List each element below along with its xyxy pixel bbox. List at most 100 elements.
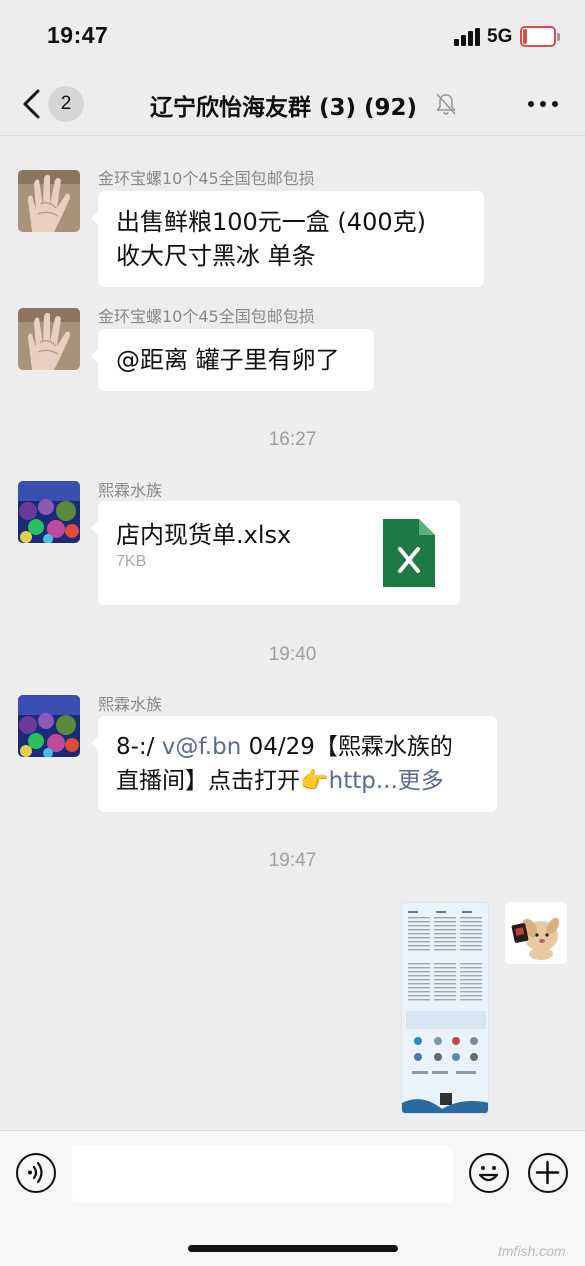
status-bar: 19:47 5G 14: [0, 0, 585, 72]
list-row-line: [434, 925, 456, 927]
message-bubble[interactable]: 8-:/ v@f.bn 04/29【熙霖水族的 直播间】点击打开👉http...…: [91, 716, 497, 812]
avatar-hand[interactable]: [18, 170, 80, 232]
list-row-line: [408, 963, 430, 965]
list-row-line: [434, 995, 456, 997]
list-row-line: [434, 967, 456, 969]
cellular-signal-icon: [454, 28, 480, 46]
timestamp: 19:47: [268, 850, 317, 871]
message-bubble[interactable]: 出售鲜粮100元一盒 (400克) 收大尺寸黑冰 单条: [91, 191, 484, 287]
list-row-line: [460, 991, 482, 993]
emoji-icon[interactable]: [469, 1153, 509, 1193]
home-indicator[interactable]: [188, 1245, 398, 1252]
price-list-image: [402, 903, 488, 1113]
list-row-line: [408, 975, 430, 977]
list-row-line: [460, 983, 482, 985]
list-row-line: [434, 945, 456, 947]
list-row-line: [408, 929, 430, 931]
message-text-line: 收大尺寸黑冰 单条: [116, 242, 316, 270]
file-size: 7KB: [116, 553, 147, 570]
list-row-line: [408, 983, 430, 985]
list-row-line: [408, 941, 430, 943]
image-message[interactable]: [401, 902, 489, 1114]
list-row-line: [434, 979, 456, 981]
list-row-line: [408, 933, 430, 935]
list-row-line: [460, 921, 482, 923]
message-text-line: 8-:/ v@f.bn 04/29【熙霖水族的: [116, 730, 479, 764]
file-name: 店内现货单.xlsx: [116, 521, 292, 549]
avatar-hand[interactable]: [18, 308, 80, 370]
message-text: 8-:/: [116, 734, 162, 760]
list-row-line: [460, 999, 482, 1001]
excel-file-icon: [383, 519, 435, 587]
list-row-line: [408, 971, 430, 973]
list-row-line: [434, 949, 456, 951]
my-avatar[interactable]: [505, 902, 567, 964]
chevron-left-icon[interactable]: [20, 88, 44, 120]
list-row-line: [408, 999, 430, 1001]
list-row-line: [460, 971, 482, 973]
list-row-line: [434, 971, 456, 973]
list-row-line: [408, 979, 430, 981]
list-row-line: [460, 949, 482, 951]
list-row-line: [460, 937, 482, 939]
list-row-line: [460, 933, 482, 935]
list-row-line: [460, 929, 482, 931]
list-row-line: [434, 983, 456, 985]
message-input[interactable]: [72, 1145, 453, 1203]
list-row-line: [460, 963, 482, 965]
list-row-line: [408, 949, 430, 951]
list-row-line: [434, 987, 456, 989]
message-link[interactable]: v@f.bn: [162, 734, 242, 760]
list-row-line: [460, 995, 482, 997]
list-row-line: [434, 917, 456, 919]
list-row-line: [434, 941, 456, 943]
list-row-line: [408, 921, 430, 923]
network-type: 5G: [487, 26, 513, 47]
list-row-line: [460, 917, 482, 919]
sender-name: 金环宝螺10个45全国包邮包损: [98, 169, 315, 188]
list-row-line: [408, 945, 430, 947]
message-text-line: 直播间】点击打开👉http...更多: [116, 764, 479, 798]
more-link[interactable]: 更多: [398, 768, 444, 794]
list-row-line: [408, 937, 430, 939]
unread-count-badge[interactable]: 2: [48, 86, 84, 122]
message-text-line: @距离 罐子里有卵了: [116, 346, 340, 374]
list-row-line: [408, 967, 430, 969]
list-row-line: [408, 991, 430, 993]
plus-icon[interactable]: [528, 1153, 568, 1193]
list-row-line: [434, 975, 456, 977]
avatar-aquarium[interactable]: [18, 695, 80, 757]
timestamp: 16:27: [268, 429, 317, 450]
voice-icon[interactable]: [16, 1153, 56, 1193]
list-row-line: [434, 991, 456, 993]
bell-slash-icon: [436, 93, 456, 115]
message-link[interactable]: http...: [329, 768, 398, 794]
list-row-line: [460, 945, 482, 947]
message-bubble[interactable]: @距离 罐子里有卵了: [91, 329, 374, 391]
sender-name: 熙霖水族: [98, 481, 163, 500]
list-row-line: [434, 963, 456, 965]
chat-title: 辽宁欣怡海友群 (3) (92): [150, 95, 418, 121]
battery-icon: 14: [520, 26, 556, 47]
list-row-line: [460, 975, 482, 977]
list-row-line: [460, 941, 482, 943]
avatar-aquarium[interactable]: [18, 481, 80, 543]
battery-cap: [557, 33, 560, 41]
watermark: tmfish.com: [498, 1243, 566, 1259]
message-list[interactable]: 金环宝螺10个45全国包邮包损 出售鲜粮100元一盒 (400克) 收大尺寸黑冰…: [0, 137, 585, 1130]
chat-header: 2 辽宁欣怡海友群 (3) (92): [0, 72, 585, 136]
ellipsis-icon[interactable]: [527, 94, 559, 114]
list-row-line: [434, 999, 456, 1001]
message-text: 直播间】点击打开👉: [116, 768, 329, 794]
list-row-line: [408, 987, 430, 989]
message-text: 04/29【熙霖水族的: [241, 734, 453, 760]
sender-name: 熙霖水族: [98, 695, 163, 714]
list-row-line: [460, 925, 482, 927]
list-row-line: [434, 929, 456, 931]
list-row-line: [460, 967, 482, 969]
list-row-line: [460, 987, 482, 989]
list-row-line: [434, 933, 456, 935]
timestamp: 19:40: [268, 644, 317, 665]
file-message-card[interactable]: 店内现货单.xlsx 7KB: [91, 501, 460, 605]
list-row-line: [408, 995, 430, 997]
